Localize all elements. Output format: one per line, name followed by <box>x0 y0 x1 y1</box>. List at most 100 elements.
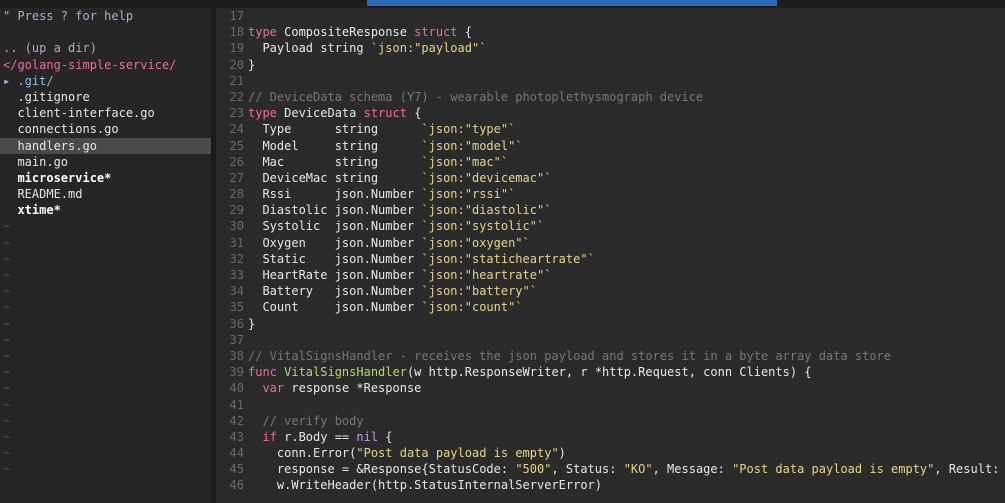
empty-line-tilde: ~ <box>3 462 11 477</box>
line-number: 33 <box>229 268 244 282</box>
code-token: func <box>248 365 285 380</box>
tree-file-item[interactable]: handlers.go <box>0 137 211 154</box>
empty-line-tilde: ~ <box>3 235 11 250</box>
code-line[interactable]: type DeviceData struct { <box>248 105 1005 121</box>
line-number: 30 <box>229 219 244 234</box>
code-token: { <box>378 429 393 444</box>
line-number: 40 <box>229 381 244 396</box>
active-tab-indicator <box>367 0 777 6</box>
code-line[interactable] <box>248 332 1005 348</box>
tree-file-item[interactable]: .gitignore <box>0 89 211 105</box>
code-line[interactable]: // DeviceData schema (Y7) - wearable pho… <box>248 89 1005 105</box>
code-line[interactable]: } <box>248 316 1005 332</box>
code-token: Count json.Number <box>248 300 422 315</box>
code-line[interactable]: Systolic json.Number `json:"systolic"` <box>248 218 1005 234</box>
code-line[interactable]: // verify body <box>248 413 1005 429</box>
code-token: { <box>406 106 422 121</box>
code-line[interactable]: HeartRate json.Number `json:"heartrate"` <box>248 267 1005 283</box>
line-number-gutter: 17 18 19 20 21 22 23 24 25 26 27 28 29 30 31 32 33 34 35 36… <box>216 8 248 503</box>
line-number: 29 <box>229 203 244 218</box>
empty-line-tilde: ~ <box>3 284 11 299</box>
help-hint: " Press ? for help <box>3 9 134 23</box>
up-dir-link[interactable]: .. (up a dir) <box>0 40 211 56</box>
line-number: 34 <box>229 284 244 299</box>
code-token: `json:"oxygen"` <box>421 235 530 250</box>
code-line[interactable]: Payload string `json:"payload"` <box>248 40 1005 56</box>
tree-file-item[interactable]: README.md <box>0 186 211 202</box>
code-token: Systolic json.Number <box>248 219 422 234</box>
line-number: 36 <box>229 316 244 331</box>
code-token: `json:"heartrate"` <box>421 268 552 282</box>
code-line[interactable]: func VitalSignsHandler(w http.ResponseWr… <box>248 364 1005 380</box>
code-line[interactable]: w.WriteHeader(http.StatusInternalServerE… <box>248 477 1005 493</box>
line-number: 35 <box>229 300 244 315</box>
code-token: HeartRate json.Number <box>248 268 422 282</box>
code-token: response = &Response{StatusCode: <box>248 462 516 477</box>
tree-file-item[interactable]: xtime* <box>0 202 211 218</box>
line-number: 24 <box>229 122 244 137</box>
code-token: struct <box>414 25 458 40</box>
code-token: ) <box>558 446 566 461</box>
code-token: `json:"battery"` <box>421 284 537 299</box>
code-line[interactable]: Model string `json:"model"` <box>248 138 1005 154</box>
line-number: 27 <box>229 170 244 185</box>
code-line[interactable]: DeviceMac string `json:"devicemac"` <box>248 170 1005 186</box>
code-token: Static json.Number <box>248 251 422 266</box>
code-token: // DeviceData schema (Y7) - wearable pho… <box>248 89 704 104</box>
code-line[interactable]: var response *Response <box>248 380 1005 396</box>
line-number: 18 <box>229 25 244 40</box>
line-number: 17 <box>229 9 244 23</box>
code-token: if <box>262 429 277 444</box>
code-token: Rssi json.Number <box>248 187 422 202</box>
code-line[interactable]: Count json.Number `json:"count"` <box>248 299 1005 315</box>
empty-line-tilde: ~ <box>3 381 11 396</box>
tree-file-item[interactable]: main.go <box>0 154 211 170</box>
empty-line-tilde: ~ <box>3 268 11 282</box>
code-token: "500" <box>515 462 552 477</box>
code-line[interactable] <box>248 73 1005 89</box>
tree-file-item[interactable]: microservice* <box>0 170 211 186</box>
tree-file-item[interactable]: client-interface.go <box>0 105 211 121</box>
code-line[interactable]: if r.Body == nil { <box>248 429 1005 445</box>
code-line[interactable]: response = &Response{StatusCode: "500", … <box>248 461 1005 477</box>
code-line[interactable]: Diastolic json.Number `json:"diastolic"` <box>248 202 1005 218</box>
code-line[interactable]: type CompositeResponse struct { <box>248 24 1005 40</box>
code-editor-pane[interactable]: type CompositeResponse struct { Payload … <box>248 8 1005 503</box>
code-token: type <box>248 25 285 40</box>
code-line[interactable]: } <box>248 57 1005 73</box>
git-directory[interactable]: ▸ .git/ <box>0 73 211 89</box>
code-line[interactable]: Mac string `json:"mac"` <box>248 154 1005 170</box>
code-line[interactable]: Oxygen json.Number `json:"oxygen"` <box>248 235 1005 251</box>
line-number: 38 <box>229 348 244 363</box>
code-line[interactable]: conn.Error("Post data payload is empty") <box>248 445 1005 461</box>
code-token: VitalSignsHandler <box>284 365 407 380</box>
code-token: response *Response <box>284 381 422 396</box>
code-line[interactable] <box>248 8 1005 24</box>
code-token: w.WriteHeader(http.StatusInternalServerE… <box>248 478 603 493</box>
tree-file-item[interactable]: connections.go <box>0 121 211 137</box>
line-number: 31 <box>229 235 244 250</box>
line-number: 25 <box>229 138 244 153</box>
code-line[interactable]: Rssi json.Number `json:"rssi"` <box>248 186 1005 202</box>
line-number: 37 <box>229 332 244 347</box>
code-token: // VitalSignsHandler - receives the json… <box>248 348 891 363</box>
code-line[interactable]: Static json.Number `json:"staticheartrat… <box>248 251 1005 267</box>
code-token: } <box>248 57 256 72</box>
code-token: nil <box>356 429 379 444</box>
line-number: 39 <box>229 365 244 380</box>
root-directory[interactable]: </golang-simple-service/ <box>0 57 211 73</box>
code-line[interactable]: Type string `json:"type"` <box>248 121 1005 137</box>
code-token: Payload string <box>248 41 371 56</box>
code-line[interactable] <box>248 397 1005 413</box>
code-line[interactable]: Battery json.Number `json:"battery"` <box>248 283 1005 299</box>
code-token: "Post data payload is empty" <box>732 462 935 477</box>
code-token: `json:"staticheartrate"` <box>421 251 595 266</box>
code-token: `json:"payload"` <box>370 41 487 56</box>
file-tree-pane[interactable]: " Press ? for help .. (up a dir) </golan… <box>0 8 211 503</box>
line-number: 26 <box>229 154 244 169</box>
code-token: struct <box>363 106 407 121</box>
line-number: 41 <box>229 397 244 412</box>
line-number: 46 <box>229 478 244 493</box>
code-line[interactable]: // VitalSignsHandler - receives the json… <box>248 348 1005 364</box>
